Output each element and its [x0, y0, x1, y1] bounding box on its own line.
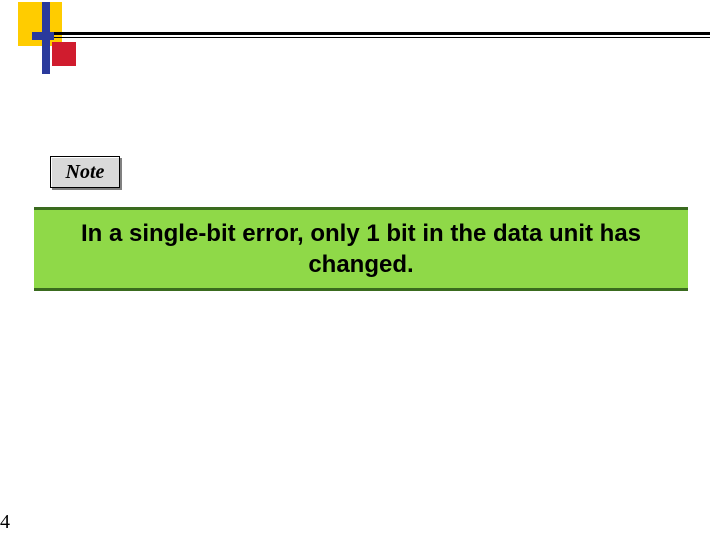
highlight-banner: In a single-bit error, only 1 bit in the…: [34, 207, 688, 291]
note-label: Note: [66, 161, 105, 184]
banner-text: In a single-bit error, only 1 bit in the…: [48, 218, 674, 280]
slide-header-decoration: [0, 0, 720, 90]
page-number: 4: [0, 511, 10, 534]
horizontal-rule-thick: [50, 32, 710, 35]
horizontal-rule-thin: [50, 37, 710, 38]
note-box: Note: [50, 156, 120, 188]
red-square-icon: [52, 42, 76, 66]
blue-horizontal-bar-icon: [32, 32, 54, 40]
